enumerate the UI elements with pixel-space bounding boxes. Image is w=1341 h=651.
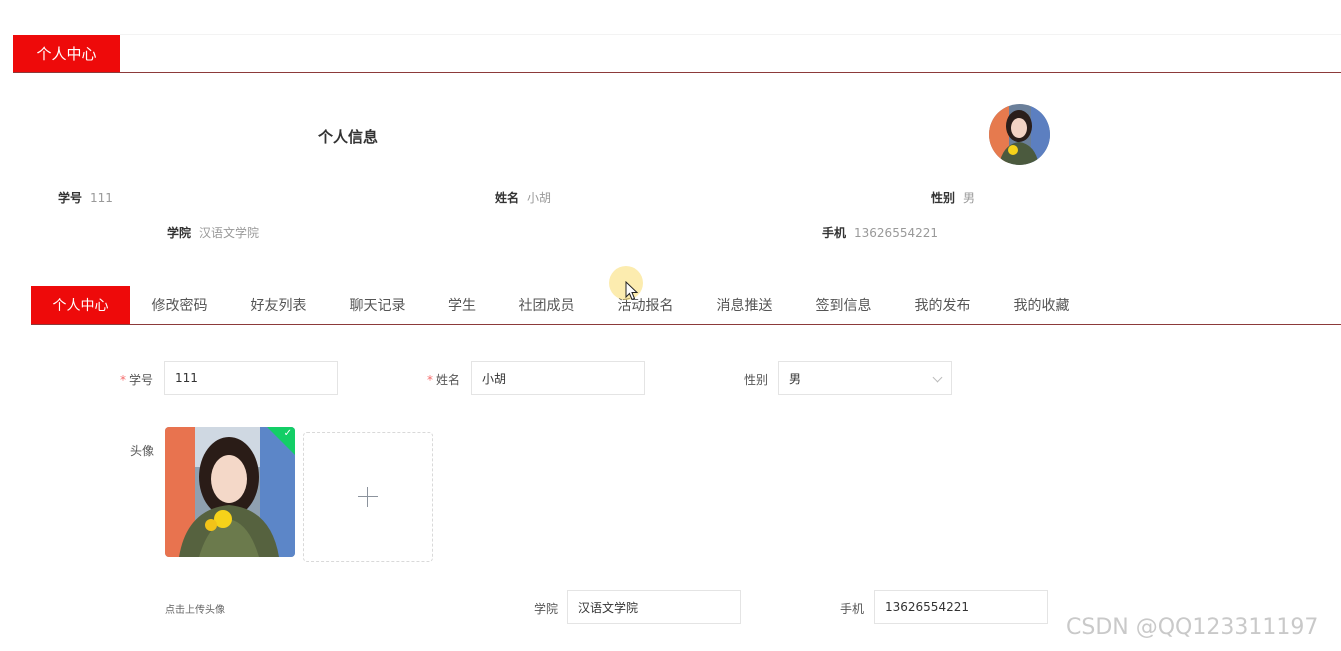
required-mark: * (120, 373, 126, 387)
profile-avatar (989, 104, 1050, 165)
profile-gender-value: 男 (963, 191, 976, 205)
college-field-label: 学院 (534, 602, 559, 616)
tab-personal-center[interactable]: 个人中心 (31, 286, 130, 324)
profile-title: 个人信息 (318, 128, 379, 146)
phone-field-label: 手机 (840, 602, 865, 616)
required-mark: * (427, 373, 433, 387)
profile-name-value: 小胡 (527, 191, 552, 205)
gender-select-value: 男 (789, 371, 802, 386)
profile-college: 学院 汉语文学院 (167, 224, 259, 241)
profile-gender: 性别男 (931, 189, 975, 206)
tab-students[interactable]: 学生 (427, 286, 497, 324)
tab-club-members[interactable]: 社团成员 (497, 286, 596, 324)
college-input[interactable]: 汉语文学院 (567, 590, 741, 624)
profile-gender-label: 性别 (931, 191, 956, 205)
student-id-input[interactable]: 111 (164, 361, 338, 395)
header-divider (13, 72, 1341, 73)
student-id-field-label: * 学号 (120, 373, 154, 387)
gender-field-label: 性别 (744, 373, 769, 387)
name-input[interactable]: 小胡 (471, 361, 645, 395)
profile-phone-value: 13626554221 (854, 226, 938, 240)
tab-chat-history[interactable]: 聊天记录 (328, 286, 427, 324)
header-tab-personal-center[interactable]: 个人中心 (13, 35, 120, 72)
tab-change-password[interactable]: 修改密码 (130, 286, 229, 324)
avatar-field-label: 头像 (130, 444, 155, 458)
profile-college-label: 学院 (167, 226, 192, 240)
tab-my-posts[interactable]: 我的发布 (893, 286, 992, 324)
profile-phone-label: 手机 (822, 226, 847, 240)
tab-friend-list[interactable]: 好友列表 (229, 286, 328, 324)
profile-student-id: 学号 111 (58, 189, 113, 206)
profile-tabs: 个人中心 修改密码 好友列表 聊天记录 学生 社团成员 活动报名 消息推送 签到… (31, 286, 1091, 324)
profile-name: 姓名 小胡 (495, 189, 551, 206)
tabs-divider (31, 324, 1341, 325)
upload-hint: 点击上传头像 (165, 605, 225, 616)
phone-input[interactable]: 13626554221 (874, 590, 1048, 624)
gender-select[interactable]: 男 (778, 361, 952, 395)
plus-icon (358, 487, 378, 507)
profile-student-id-label: 学号 (58, 191, 83, 205)
mouse-cursor-icon (625, 281, 639, 301)
profile-student-id-value: 111 (90, 191, 113, 205)
chevron-down-icon (932, 372, 943, 383)
check-icon: ✓ (283, 428, 292, 439)
profile-phone: 手机 13626554221 (822, 224, 938, 241)
tab-check-in-info[interactable]: 签到信息 (794, 286, 893, 324)
name-field-label: * 姓名 (427, 373, 461, 387)
avatar-image[interactable]: ✓ (165, 427, 295, 557)
tab-my-favorites[interactable]: 我的收藏 (992, 286, 1091, 324)
watermark: CSDN @QQ123311197 (1066, 615, 1319, 640)
avatar-upload-button[interactable] (303, 432, 433, 562)
header-top-border (120, 34, 1341, 35)
profile-college-value: 汉语文学院 (199, 226, 260, 240)
tab-message-push[interactable]: 消息推送 (695, 286, 794, 324)
profile-name-label: 姓名 (495, 191, 520, 205)
